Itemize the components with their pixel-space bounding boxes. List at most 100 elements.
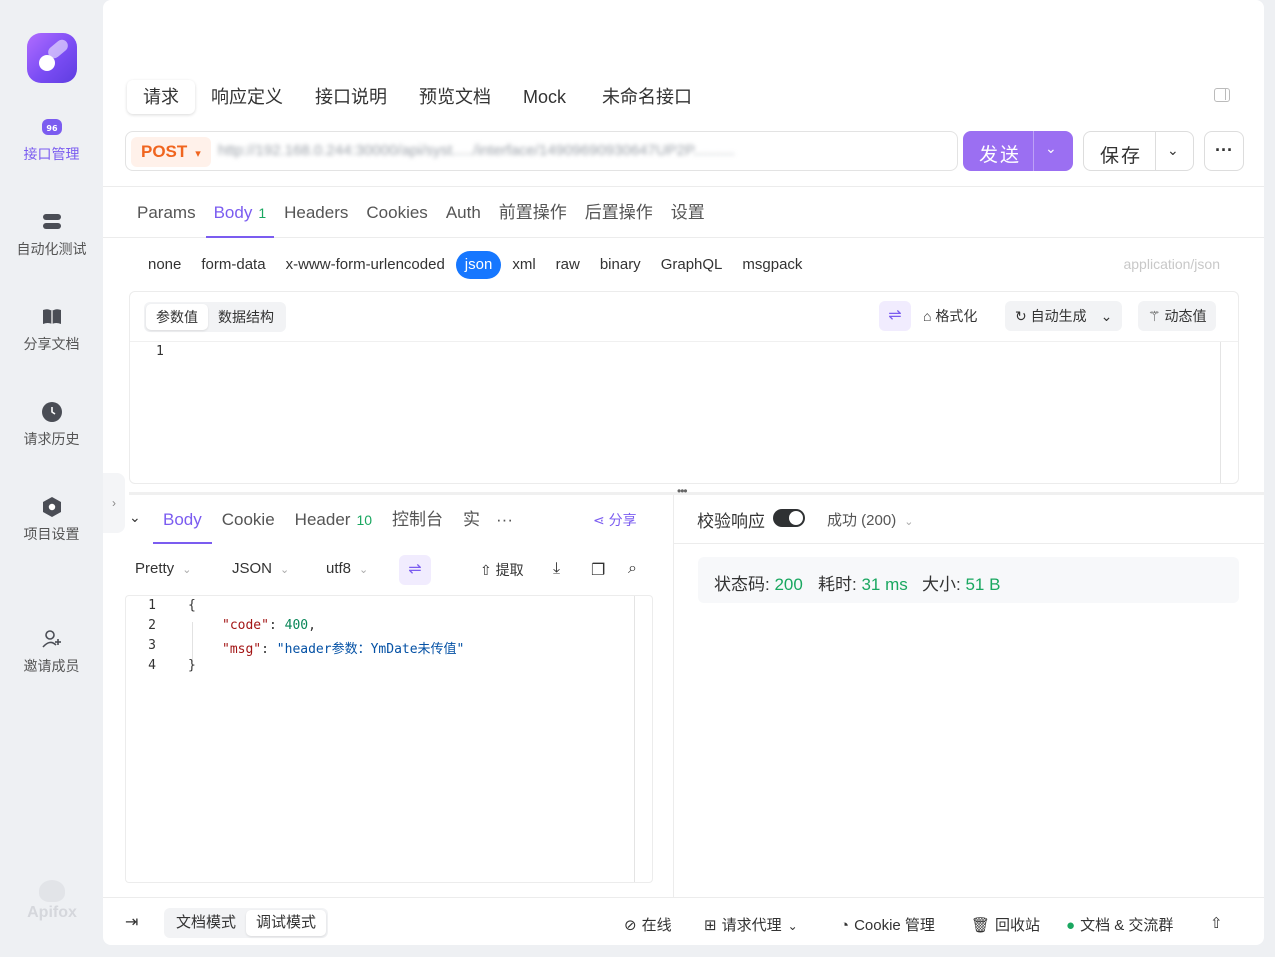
- body-type-selector: none form-data x-www-form-urlencoded jso…: [139, 251, 813, 279]
- upgrade-icon[interactable]: ⇧: [1210, 914, 1223, 932]
- api-management-icon: 96: [41, 116, 63, 138]
- api-name-title[interactable]: 未命名接口: [582, 80, 708, 114]
- mode-toggle: 文档模式 调试模式: [164, 908, 329, 938]
- resp-tab-cookie[interactable]: Cookie: [212, 496, 285, 544]
- proxy-button[interactable]: ⊞ 请求代理 ⌄: [704, 914, 798, 935]
- brand-watermark: Apifox: [27, 880, 77, 922]
- tab-headers[interactable]: Headers: [276, 187, 356, 238]
- tab-body[interactable]: Body 1: [205, 187, 275, 238]
- status-case-select[interactable]: 成功 (200) ⌄: [827, 509, 913, 530]
- save-button[interactable]: 保存 ⌄: [1083, 131, 1194, 171]
- body-type-json[interactable]: json: [455, 251, 502, 279]
- body-type-none[interactable]: none: [139, 251, 190, 279]
- chevron-down-icon: ⌄: [787, 919, 798, 933]
- mode-param-values[interactable]: 参数值: [146, 304, 208, 330]
- rail-item-invite-member[interactable]: 邀请成员: [0, 628, 103, 676]
- extract-button[interactable]: ⇧ 提取: [480, 560, 524, 580]
- refresh-icon: ↻: [1015, 308, 1031, 324]
- automation-test-icon: [41, 211, 63, 233]
- debug-mode-button[interactable]: 调试模式: [246, 910, 327, 936]
- status-footer: ⇥ 文档模式 调试模式 ⊘ 在线 ⊞ 请求代理 ⌄ ◔ Cookie 管理 🗑 回收站 ●…: [103, 897, 1264, 945]
- body-type-raw[interactable]: raw: [547, 251, 589, 279]
- dynamic-value-button[interactable]: ⚚ 动态值: [1138, 301, 1217, 331]
- resp-tab-actual[interactable]: 实: [453, 496, 490, 544]
- chevron-down-icon[interactable]: ⌄: [1101, 308, 1113, 324]
- invite-member-icon: [41, 628, 63, 650]
- mode-data-structure[interactable]: 数据结构: [208, 304, 284, 330]
- rail-label: 接口管理: [23, 146, 80, 162]
- rail-item-api-management[interactable]: 96 接口管理: [0, 116, 103, 164]
- brand-logo-icon: [39, 880, 65, 902]
- rail-item-history[interactable]: 请求历史: [0, 401, 103, 449]
- cookie-icon: ◔: [840, 917, 850, 934]
- tab-cookies[interactable]: Cookies: [358, 187, 435, 238]
- autogen-button[interactable]: ↻ 自动生成 ⌄: [1005, 301, 1123, 331]
- body-type-graphql[interactable]: GraphQL: [652, 251, 732, 279]
- cookie-manager-button[interactable]: ◔ Cookie 管理: [840, 914, 935, 935]
- resp-tab-header[interactable]: Header 10: [285, 496, 382, 544]
- share-icon: ⋖: [593, 512, 609, 528]
- wrap-lines-icon[interactable]: ⇌: [399, 555, 431, 585]
- tab-pre-processors[interactable]: 前置操作: [491, 187, 575, 238]
- resp-tab-console[interactable]: 控制台: [382, 496, 453, 544]
- tab-settings[interactable]: 设置: [663, 187, 713, 238]
- tab-auth[interactable]: Auth: [438, 187, 489, 238]
- encoding-select[interactable]: utf8 ⌄: [326, 560, 368, 577]
- chevron-down-icon[interactable]: ⌄: [1045, 140, 1057, 157]
- format-button[interactable]: ⌂ 格式化: [923, 301, 977, 331]
- panel-toggle-icon[interactable]: [1214, 88, 1230, 102]
- main-panel: 请求 响应定义 接口说明 预览文档 Mock 未命名接口 POST ▾ http:…: [103, 0, 1264, 945]
- body-type-form-data[interactable]: form-data: [192, 251, 274, 279]
- doc-mode-button[interactable]: 文档模式: [166, 910, 246, 936]
- more-options-button[interactable]: ···: [1204, 131, 1244, 171]
- tab-request[interactable]: 请求: [127, 80, 195, 114]
- body-type-binary[interactable]: binary: [591, 251, 650, 279]
- recycle-bin-button[interactable]: 🗑 回收站: [971, 914, 1040, 935]
- response-body-panel: ⌄ Body Cookie Header 10 控制台 实 ··· ⋖ 分享 Pr…: [103, 495, 673, 895]
- tab-response-definition[interactable]: 响应定义: [195, 80, 299, 114]
- resp-tab-body[interactable]: Body: [153, 496, 212, 544]
- rail-item-share-docs[interactable]: 分享文档: [0, 306, 103, 354]
- drag-dots-icon[interactable]: •••: [677, 484, 688, 498]
- resp-tabs-more[interactable]: ···: [490, 496, 519, 544]
- chevron-down-icon[interactable]: ⌄: [1167, 142, 1179, 159]
- wrap-lines-icon[interactable]: ⇌: [879, 301, 911, 331]
- collapse-panel-icon[interactable]: ⇥: [125, 912, 138, 932]
- svg-text:96: 96: [46, 124, 58, 133]
- editor-scrollbar[interactable]: [1220, 342, 1221, 483]
- project-settings-icon: [41, 496, 63, 518]
- tab-preview-docs[interactable]: 预览文档: [403, 80, 507, 114]
- rail-item-automation[interactable]: 自动化测试: [0, 211, 103, 259]
- body-type-msgpack[interactable]: msgpack: [733, 251, 811, 279]
- online-status[interactable]: ⊘ 在线: [624, 914, 672, 935]
- body-type-xml[interactable]: xml: [503, 251, 544, 279]
- stat-status: 状态码: 200: [714, 575, 803, 594]
- tab-api-description[interactable]: 接口说明: [299, 80, 403, 114]
- language-select[interactable]: JSON ⌄: [232, 560, 289, 577]
- line-number: 1: [156, 344, 164, 359]
- magic-wand-icon: ⚚: [1148, 308, 1165, 324]
- method-select[interactable]: POST ▾: [131, 137, 211, 167]
- docs-community-button[interactable]: ● 文档 & 交流群: [1066, 914, 1173, 935]
- share-docs-icon: [41, 306, 63, 328]
- tab-params[interactable]: Params: [129, 187, 204, 238]
- tab-mock[interactable]: Mock: [507, 80, 582, 114]
- rail-label: 邀请成员: [23, 658, 80, 674]
- rail-item-project-settings[interactable]: 项目设置: [0, 496, 103, 544]
- tab-post-processors[interactable]: 后置操作: [577, 187, 661, 238]
- code-scrollbar[interactable]: [634, 596, 635, 882]
- collapse-chevron-icon[interactable]: ⌄: [129, 509, 141, 526]
- search-icon[interactable]: ⌕: [628, 560, 637, 578]
- app-logo[interactable]: [27, 33, 77, 83]
- send-button[interactable]: 发送 ⌄: [963, 131, 1073, 171]
- share-button[interactable]: ⋖ 分享: [593, 510, 637, 530]
- pretty-select[interactable]: Pretty ⌄: [135, 560, 191, 577]
- check-circle-icon: ⊘: [624, 917, 637, 934]
- url-input[interactable]: http://192.168.0.244:30000/api/syst.....…: [218, 142, 948, 162]
- verify-response-toggle[interactable]: [773, 509, 805, 527]
- brand-name: Apifox: [27, 904, 77, 921]
- copy-icon[interactable]: ❐: [591, 560, 605, 580]
- body-type-urlencoded[interactable]: x-www-form-urlencoded: [277, 251, 454, 279]
- body-editor: 参数值 数据结构 ⇌ ⌂ 格式化 ↻ 自动生成 ⌄ ⚚ 动态值 1: [129, 291, 1239, 484]
- download-icon[interactable]: ⤓: [553, 560, 560, 578]
